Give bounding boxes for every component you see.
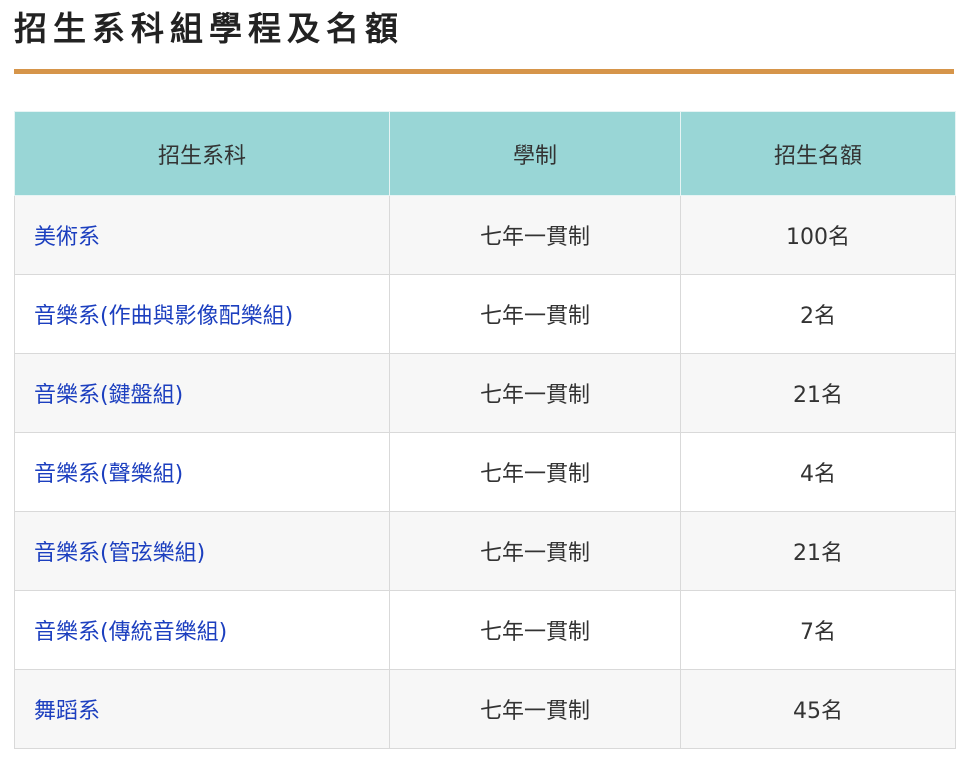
system-cell: 七年一貫制 — [389, 511, 681, 591]
table-row: 美術系 七年一貫制 100名 — [14, 195, 956, 275]
dept-cell: 舞蹈系 — [14, 669, 390, 749]
table-row: 音樂系(作曲與影像配樂組) 七年一貫制 2名 — [14, 274, 956, 354]
dept-cell: 音樂系(管弦樂組) — [14, 511, 390, 591]
page-title: 招生系科組學程及名額 — [14, 9, 404, 48]
quota-cell: 4名 — [680, 432, 956, 512]
table-header-row: 招生系科 學制 招生名額 — [14, 111, 956, 196]
enrollment-table: 招生系科 學制 招生名額 美術系 七年一貫制 100名 音樂系(作曲與影像配樂組… — [14, 111, 956, 749]
dept-cell: 音樂系(作曲與影像配樂組) — [14, 274, 390, 354]
quota-cell: 21名 — [680, 511, 956, 591]
column-header-quota: 招生名額 — [680, 111, 956, 196]
table-row: 音樂系(管弦樂組) 七年一貫制 21名 — [14, 511, 956, 591]
quota-cell: 21名 — [680, 353, 956, 433]
system-cell: 七年一貫制 — [389, 195, 681, 275]
table-row: 音樂系(鍵盤組) 七年一貫制 21名 — [14, 353, 956, 433]
dept-cell: 音樂系(鍵盤組) — [14, 353, 390, 433]
dept-link[interactable]: 音樂系(鍵盤組) — [34, 383, 183, 408]
system-cell: 七年一貫制 — [389, 353, 681, 433]
dept-link[interactable]: 音樂系(聲樂組) — [34, 462, 183, 487]
dept-link[interactable]: 音樂系(管弦樂組) — [34, 541, 205, 566]
table-row: 舞蹈系 七年一貫制 45名 — [14, 669, 956, 749]
column-header-system: 學制 — [389, 111, 681, 196]
dept-cell: 美術系 — [14, 195, 390, 275]
title-divider — [14, 69, 954, 74]
dept-link[interactable]: 舞蹈系 — [34, 699, 100, 724]
dept-link[interactable]: 音樂系(作曲與影像配樂組) — [34, 304, 293, 329]
dept-cell: 音樂系(聲樂組) — [14, 432, 390, 512]
system-cell: 七年一貫制 — [389, 669, 681, 749]
dept-cell: 音樂系(傳統音樂組) — [14, 590, 390, 670]
system-cell: 七年一貫制 — [389, 590, 681, 670]
dept-link[interactable]: 美術系 — [34, 225, 100, 250]
system-cell: 七年一貫制 — [389, 432, 681, 512]
table-row: 音樂系(傳統音樂組) 七年一貫制 7名 — [14, 590, 956, 670]
dept-link[interactable]: 音樂系(傳統音樂組) — [34, 620, 227, 645]
quota-cell: 7名 — [680, 590, 956, 670]
quota-cell: 45名 — [680, 669, 956, 749]
quota-cell: 2名 — [680, 274, 956, 354]
column-header-dept: 招生系科 — [14, 111, 390, 196]
system-cell: 七年一貫制 — [389, 274, 681, 354]
quota-cell: 100名 — [680, 195, 956, 275]
table-row: 音樂系(聲樂組) 七年一貫制 4名 — [14, 432, 956, 512]
